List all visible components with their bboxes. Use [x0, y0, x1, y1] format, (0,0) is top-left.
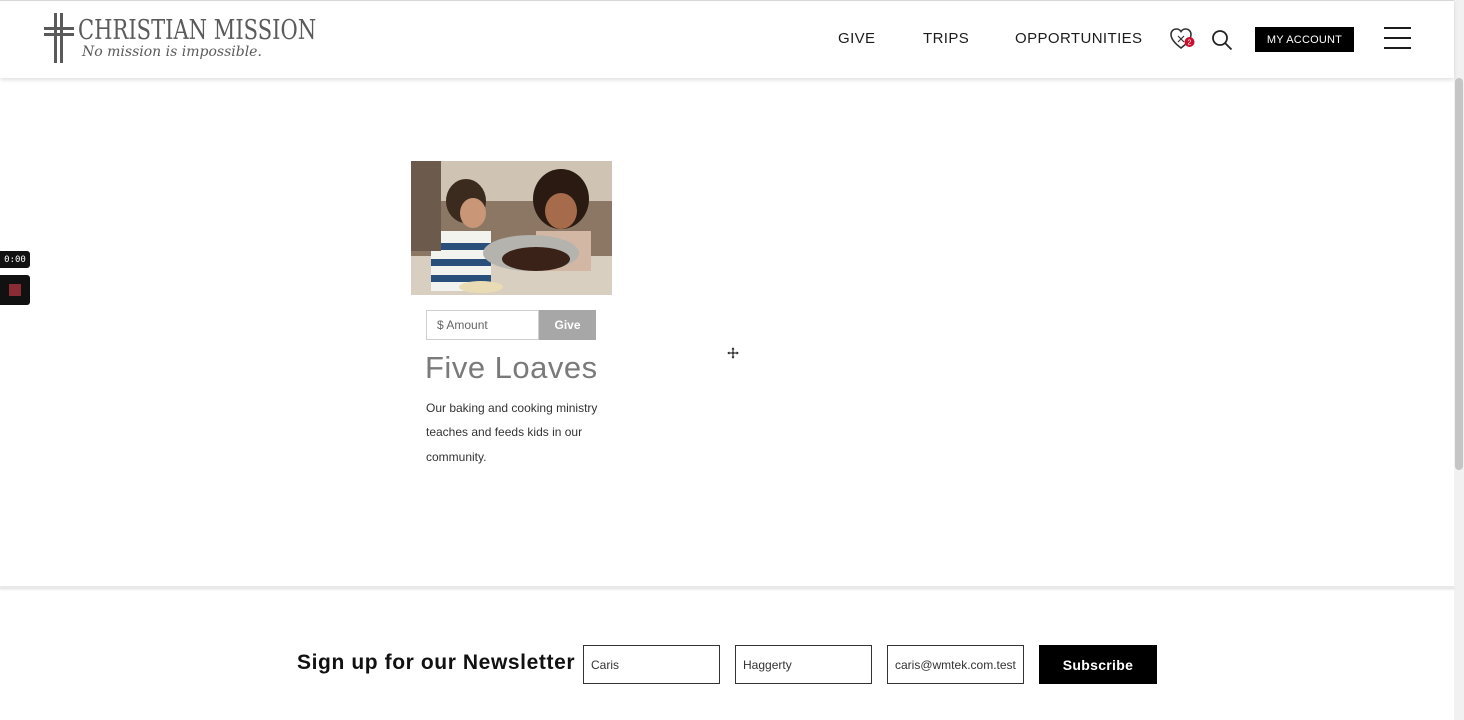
first-name-field[interactable] — [583, 645, 720, 684]
card-title[interactable]: Five Loaves — [425, 350, 598, 386]
my-account-button[interactable]: MY ACCOUNT — [1255, 27, 1354, 52]
email-field[interactable] — [887, 645, 1024, 684]
search-icon[interactable] — [1211, 29, 1233, 51]
donation-amount-input[interactable] — [426, 310, 539, 340]
give-button[interactable]: Give — [539, 310, 596, 340]
five-loaves-image — [411, 161, 612, 295]
move-cursor-icon — [727, 347, 739, 359]
site-header: CHRISTIAN MISSION No mission is impossib… — [0, 0, 1454, 78]
heart-cart-icon[interactable]: 2 — [1170, 27, 1198, 51]
footer-divider — [0, 586, 1454, 589]
recording-timer: 0:00 — [0, 251, 30, 268]
stop-icon — [9, 284, 21, 296]
nav-opportunities[interactable]: OPPORTUNITIES — [1015, 30, 1142, 47]
nav-trips[interactable]: TRIPS — [923, 30, 969, 47]
site-logo[interactable]: CHRISTIAN MISSION No mission is impossib… — [42, 13, 316, 67]
page-scrollbar-thumb[interactable] — [1455, 78, 1463, 470]
subscribe-button[interactable]: Subscribe — [1039, 645, 1157, 684]
cross-logo-icon — [44, 13, 74, 63]
cart-count: 2 — [1188, 40, 1192, 47]
newsletter-heading: Sign up for our Newsletter — [297, 651, 576, 674]
stop-recording-button[interactable] — [0, 275, 30, 305]
logo-title: CHRISTIAN MISSION — [78, 15, 317, 46]
logo-tagline: No mission is impossible. — [82, 44, 262, 60]
hamburger-icon[interactable] — [1384, 27, 1411, 49]
nav-give[interactable]: GIVE — [838, 30, 875, 47]
card-description: Our baking and cooking ministry teaches … — [426, 401, 598, 464]
last-name-field[interactable] — [735, 645, 872, 684]
